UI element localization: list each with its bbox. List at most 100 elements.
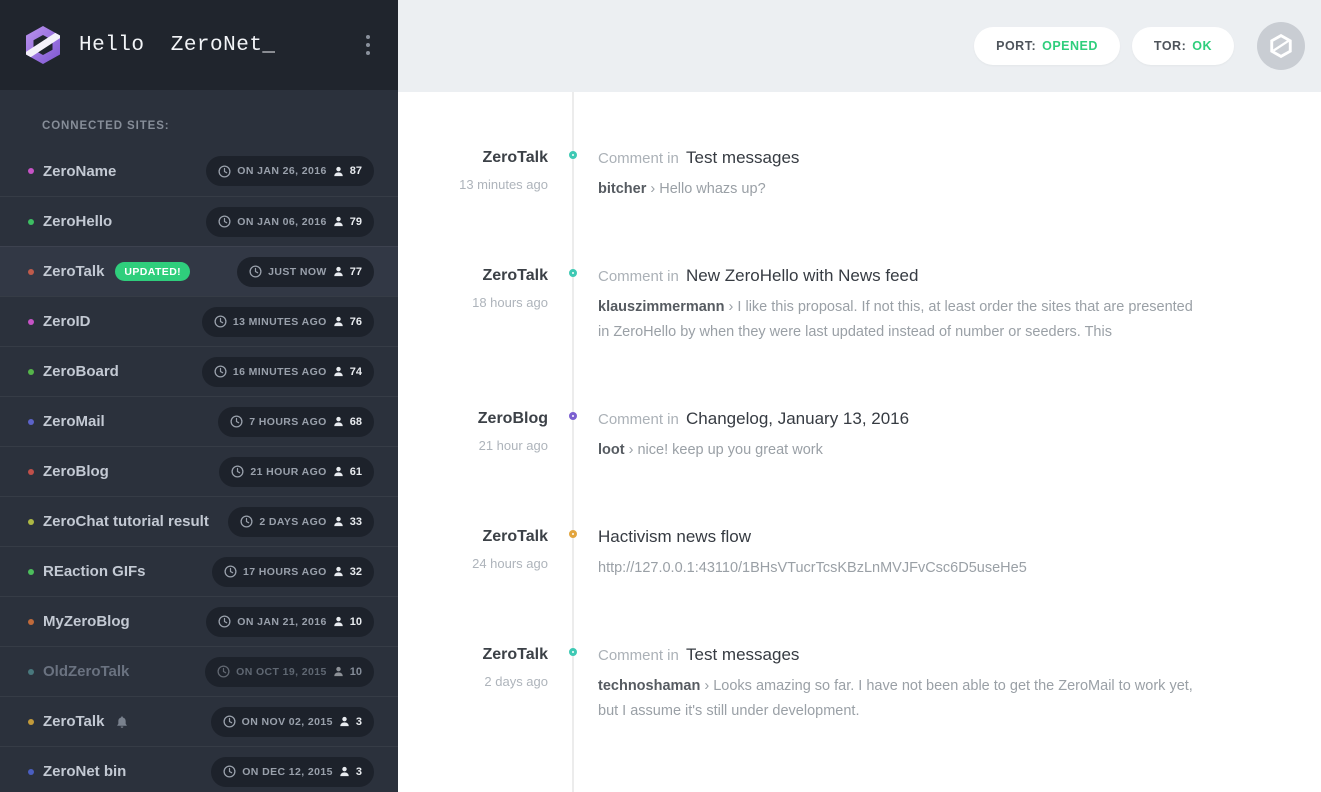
feed-item-title[interactable]: Hactivism news flow <box>598 527 1202 547</box>
feed-item-title[interactable]: Comment in Test messages <box>598 148 1202 168</box>
site-peer-count: 10 <box>350 666 362 678</box>
site-name: ZeroName <box>43 163 116 180</box>
feed-item-title[interactable]: Comment in Test messages <box>598 645 1202 665</box>
clock-icon <box>218 165 231 178</box>
site-name: ZeroBlog <box>43 463 109 480</box>
site-meta-pill: 2 DAYS AGO 33 <box>228 507 374 537</box>
peers-icon <box>333 566 344 577</box>
feed-item-meta: ZeroTalk 2 days ago <box>398 645 548 724</box>
sidebar-site-row[interactable]: OldZeroTalk ON OCT 19, 2015 10 <box>0 646 398 696</box>
clock-icon <box>231 465 244 478</box>
site-peer-count: 32 <box>350 566 362 578</box>
feed-item-content: Comment in Test messages technoshaman › … <box>598 645 1202 724</box>
feed-item-title[interactable]: Comment in New ZeroHello with News feed <box>598 266 1202 286</box>
feed-body-username: technoshaman <box>598 678 700 694</box>
clock-icon <box>230 415 243 428</box>
feed-item-body: loot › nice! keep up you great work <box>598 438 1202 463</box>
zeronet-zero-icon <box>1270 34 1292 58</box>
site-meta-pill: 16 MINUTES AGO 74 <box>202 357 374 387</box>
feed-title-text: Test messages <box>686 645 799 664</box>
peers-icon <box>333 666 344 677</box>
sidebar-site-row[interactable]: ZeroNet bin ON DEC 12, 2015 3 <box>0 746 398 792</box>
feed-item-title[interactable]: Comment in Changelog, January 13, 2016 <box>598 409 1202 429</box>
feed-item: ZeroTalk 2 days ago Comment in Test mess… <box>398 645 1321 724</box>
port-status-badge[interactable]: PORT: OPENED <box>974 27 1120 65</box>
feed-item-content: Comment in Test messages bitcher › Hello… <box>598 148 1202 202</box>
sidebar-site-row[interactable]: ZeroBoard 16 MINUTES AGO 74 <box>0 346 398 396</box>
clock-icon <box>218 615 231 628</box>
sidebar-site-row[interactable]: ZeroTalk ON NOV 02, 2015 3 <box>0 696 398 746</box>
site-peer-count: 61 <box>350 466 362 478</box>
clock-icon <box>223 715 236 728</box>
site-name: ZeroNet bin <box>43 763 126 780</box>
feed-title-prefix: Comment in <box>598 268 683 285</box>
feed-title-prefix: Comment in <box>598 647 683 664</box>
feed-site-name[interactable]: ZeroTalk <box>398 646 548 664</box>
sidebar-site-row[interactable]: MyZeroBlog ON JAN 21, 2016 10 <box>0 596 398 646</box>
zeronet-logo-icon <box>24 25 62 65</box>
tor-label: TOR: <box>1154 39 1186 53</box>
feed-site-name[interactable]: ZeroBlog <box>398 410 548 428</box>
sidebar-site-row[interactable]: ZeroChat tutorial result 2 DAYS AGO 33 <box>0 496 398 546</box>
sidebar-site-row[interactable]: ZeroID 13 MINUTES AGO 76 <box>0 296 398 346</box>
timeline-marker-icon <box>569 648 577 656</box>
sidebar-site-row[interactable]: ZeroName ON JAN 26, 2016 87 <box>0 146 398 196</box>
feed-site-name[interactable]: ZeroTalk <box>398 528 548 546</box>
feed-title-text: New ZeroHello with News feed <box>686 266 918 285</box>
site-meta-pill: ON JAN 06, 2016 79 <box>206 207 374 237</box>
site-status-dot <box>28 419 34 425</box>
timeline-marker-icon <box>569 412 577 420</box>
bell-icon <box>115 715 129 729</box>
site-last-update: 17 HOURS AGO <box>243 566 327 578</box>
feed-item-time: 24 hours ago <box>398 556 548 571</box>
site-last-update: 7 HOURS AGO <box>249 416 327 428</box>
feed-body-separator: › <box>646 181 659 197</box>
site-peer-count: 10 <box>350 616 362 628</box>
site-meta-pill: 7 HOURS AGO 68 <box>218 407 374 437</box>
timeline-marker-col <box>548 527 598 581</box>
site-last-update: ON JAN 21, 2016 <box>237 616 326 628</box>
site-last-update: ON JAN 26, 2016 <box>237 165 326 177</box>
feed-site-name[interactable]: ZeroTalk <box>398 267 548 285</box>
sidebar-site-row[interactable]: ZeroTalk UPDATED! JUST NOW 77 <box>0 246 398 296</box>
user-avatar[interactable] <box>1257 22 1305 70</box>
site-peer-count: 68 <box>350 416 362 428</box>
clock-icon <box>218 215 231 228</box>
site-meta-pill: JUST NOW 77 <box>237 257 374 287</box>
feed-body-username: loot <box>598 442 625 458</box>
feed-body-text: http://127.0.0.1:43110/1BHsVTucrTcsKBzLn… <box>598 560 1027 576</box>
feed-item-time: 13 minutes ago <box>398 177 548 192</box>
feed-item: ZeroBlog 21 hour ago Comment in Changelo… <box>398 409 1321 463</box>
tor-value: OK <box>1192 39 1212 53</box>
connected-sites-heading: CONNECTED SITES: <box>0 90 398 146</box>
sidebar-site-row[interactable]: REaction GIFs 17 HOURS AGO 32 <box>0 546 398 596</box>
feed-body-separator: › <box>700 678 713 694</box>
feed-body-text: nice! keep up you great work <box>637 442 822 458</box>
sidebar-header: Hello ZeroNet_ <box>0 0 398 90</box>
feed-item-time: 2 days ago <box>398 674 548 689</box>
topbar: PORT: OPENED TOR: OK <box>398 0 1321 92</box>
site-status-dot <box>28 769 34 775</box>
feed-item-content: Comment in Changelog, January 13, 2016 l… <box>598 409 1202 463</box>
timeline-marker-col <box>548 266 598 345</box>
menu-icon[interactable] <box>358 27 378 63</box>
timeline-marker-col <box>548 645 598 724</box>
sidebar-site-row[interactable]: ZeroBlog 21 HOUR AGO 61 <box>0 446 398 496</box>
sidebar-site-row[interactable]: ZeroHello ON JAN 06, 2016 79 <box>0 196 398 246</box>
port-value: OPENED <box>1042 39 1098 53</box>
feed-title-prefix: Comment in <box>598 150 683 167</box>
site-name: ZeroTalk <box>43 713 104 730</box>
feed-body-text: Hello whazs up? <box>659 181 765 197</box>
tor-status-badge[interactable]: TOR: OK <box>1132 27 1234 65</box>
site-status-dot <box>28 569 34 575</box>
app-title: Hello ZeroNet_ <box>79 34 358 57</box>
feed-item-time: 18 hours ago <box>398 295 548 310</box>
site-name: ZeroTalk <box>43 263 104 280</box>
feed-item-content: Hactivism news flow http://127.0.0.1:431… <box>598 527 1202 581</box>
feed-site-name[interactable]: ZeroTalk <box>398 149 548 167</box>
port-label: PORT: <box>996 39 1036 53</box>
site-meta-pill: 17 HOURS AGO 32 <box>212 557 374 587</box>
sidebar-site-row[interactable]: ZeroMail 7 HOURS AGO 68 <box>0 396 398 446</box>
feed-item-body: technoshaman › Looks amazing so far. I h… <box>598 674 1202 724</box>
site-status-dot <box>28 319 34 325</box>
